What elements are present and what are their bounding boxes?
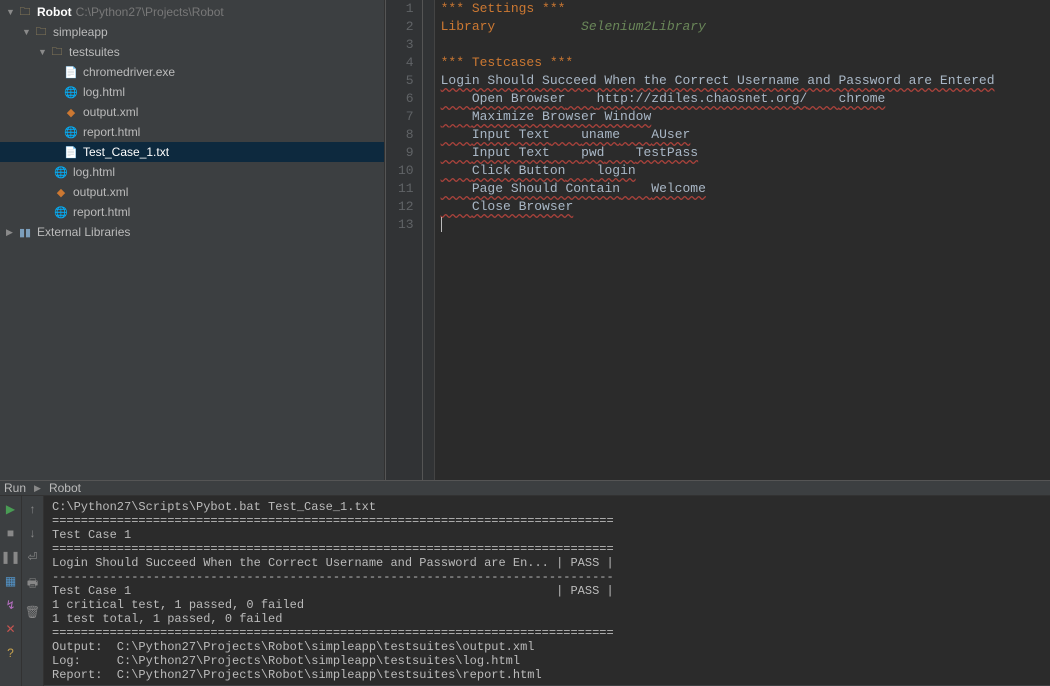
- root-path: C:\Python27\Projects\Robot: [76, 5, 224, 19]
- code-content[interactable]: *** Settings *** Library Selenium2Librar…: [435, 0, 1050, 480]
- xml-file-icon: ◆: [64, 105, 78, 119]
- play-icon: ▶: [34, 483, 41, 494]
- tree-root[interactable]: ▼ 🗀 Robot C:\Python27\Projects\Robot: [0, 2, 384, 22]
- tree-file-report[interactable]: 🌐 report.html: [0, 122, 384, 142]
- tree-file-testcase1[interactable]: 📄 Test_Case_1.txt: [0, 142, 384, 162]
- tree-file-log2[interactable]: 🌐 log.html: [0, 162, 384, 182]
- close-button[interactable]: ✕: [5, 622, 15, 636]
- chevron-right-icon[interactable]: ▶: [6, 227, 18, 238]
- run-tab-label[interactable]: Run: [4, 481, 26, 495]
- folder-icon: 🗀: [18, 5, 32, 19]
- restore-layout-button[interactable]: ↯: [5, 598, 15, 612]
- chevron-down-icon[interactable]: ▼: [38, 47, 50, 57]
- code-editor[interactable]: 1 2 3 4 5 6 7 8 9 10 11 12 13 *** Settin…: [385, 0, 1050, 480]
- html-file-icon: 🌐: [54, 165, 68, 179]
- down-button[interactable]: ↓: [30, 526, 36, 540]
- help-button[interactable]: ?: [7, 646, 14, 660]
- chevron-down-icon[interactable]: ▼: [22, 27, 34, 37]
- tree-folder-simpleapp[interactable]: ▼ 🗀 simpleapp: [0, 22, 384, 42]
- run-panel: Run ▶ Robot ▶ ■ ❚❚ ▦ ↯ ✕ ? ↑ ↓ ⏎ 🖶 🗑 C:\…: [0, 480, 1050, 685]
- tree-file-output2[interactable]: ◆ output.xml: [0, 182, 384, 202]
- rerun-button[interactable]: ▶: [6, 502, 15, 516]
- tree-file-log[interactable]: 🌐 log.html: [0, 82, 384, 102]
- html-file-icon: 🌐: [54, 205, 68, 219]
- run-tabbar[interactable]: Run ▶ Robot: [0, 481, 1050, 496]
- run-toolbar-right: ↑ ↓ ⏎ 🖶 🗑: [22, 496, 44, 686]
- stop-button[interactable]: ■: [7, 526, 14, 540]
- root-name: Robot: [37, 5, 72, 19]
- fold-gutter[interactable]: [423, 0, 435, 480]
- pause-button[interactable]: ❚❚: [0, 550, 20, 564]
- run-config-name[interactable]: Robot: [49, 481, 81, 495]
- folder-icon: 🗀: [50, 45, 64, 59]
- clear-button[interactable]: 🗑: [25, 605, 40, 619]
- text-cursor: [441, 217, 442, 232]
- line-number-gutter: 1 2 3 4 5 6 7 8 9 10 11 12 13: [386, 0, 423, 480]
- project-tree[interactable]: ▼ 🗀 Robot C:\Python27\Projects\Robot ▼ 🗀…: [0, 0, 385, 480]
- tree-file-chromedriver[interactable]: 📄 chromedriver.exe: [0, 62, 384, 82]
- folder-icon: 🗀: [34, 25, 48, 39]
- console-output[interactable]: C:\Python27\Scripts\Pybot.bat Test_Case_…: [44, 496, 1050, 686]
- dump-threads-button[interactable]: ▦: [5, 574, 16, 588]
- run-toolbar-left: ▶ ■ ❚❚ ▦ ↯ ✕ ?: [0, 496, 22, 686]
- html-file-icon: 🌐: [64, 85, 78, 99]
- html-file-icon: 🌐: [64, 125, 78, 139]
- chevron-down-icon[interactable]: ▼: [6, 7, 18, 17]
- tree-external-libraries[interactable]: ▶ ▮▮ External Libraries: [0, 222, 384, 242]
- text-file-icon: 📄: [64, 145, 78, 159]
- up-button[interactable]: ↑: [30, 502, 36, 516]
- library-icon: ▮▮: [18, 225, 32, 239]
- soft-wrap-button[interactable]: ⏎: [27, 550, 37, 564]
- file-icon: 📄: [64, 65, 78, 79]
- tree-file-output[interactable]: ◆ output.xml: [0, 102, 384, 122]
- print-button[interactable]: 🖶: [27, 574, 38, 595]
- xml-file-icon: ◆: [54, 185, 68, 199]
- tree-file-report2[interactable]: 🌐 report.html: [0, 202, 384, 222]
- tree-folder-testsuites[interactable]: ▼ 🗀 testsuites: [0, 42, 384, 62]
